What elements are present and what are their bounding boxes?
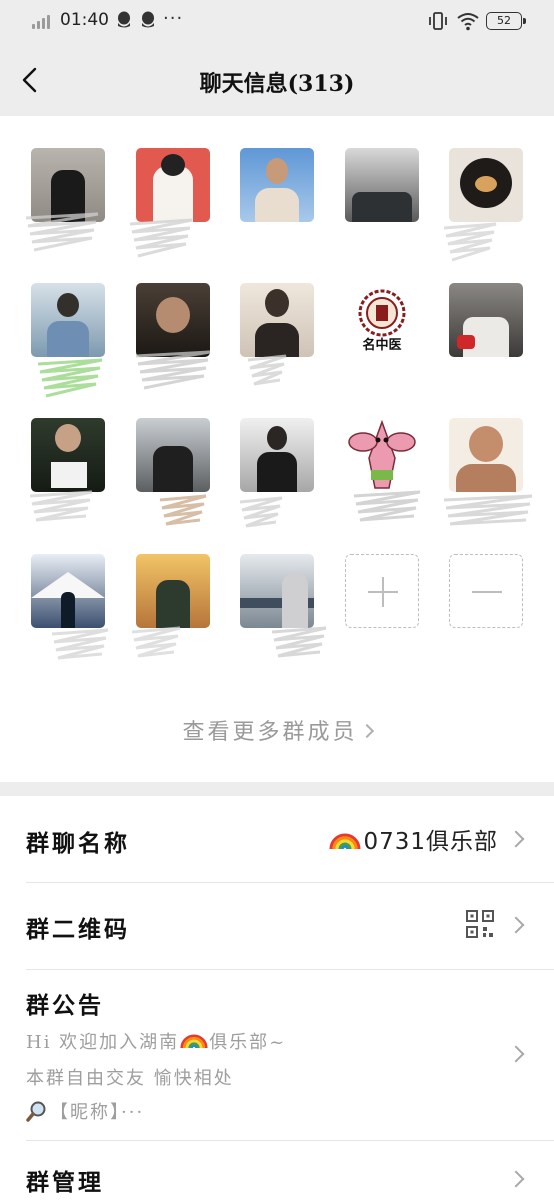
redaction-scribble [51,628,109,660]
nav-bar: 聊天信息(313) [0,44,554,116]
redaction-scribble [271,626,327,658]
notice-line-1-text-end: 俱乐部~ [209,1032,287,1053]
status-bar: 01:40 ··· 52 [0,0,554,44]
notice-line-2: 本群自由交友 愉快相处 [26,1068,234,1089]
page-title: 聊天信息(313) [199,71,355,97]
view-more-members-link[interactable]: 查看更多群成员 [0,714,554,746]
redaction-scribble [239,496,283,528]
notice-line-1: Hi 欢迎加入湖南 俱乐部~ [26,1028,286,1054]
chevron-right-icon [507,1045,525,1063]
add-member-button[interactable] [345,554,419,628]
redaction-scribble [353,490,421,522]
group-qr-label: 群二维码 [26,916,130,943]
redaction-scribble [129,218,193,258]
group-qr-row[interactable]: 群二维码 [0,883,554,969]
signal-icon [32,15,54,29]
qq-icon [118,11,130,28]
chevron-right-icon [507,830,525,848]
member-avatar[interactable]: 名中医 [345,283,419,357]
member-avatar[interactable] [345,148,419,222]
member-avatar[interactable] [449,283,523,357]
redaction-scribble [135,350,211,390]
status-time: 01:40 [60,10,109,30]
qq-icon [142,11,154,28]
chevron-right-icon [359,723,374,739]
vibrate-icon [429,12,447,30]
battery-icon: 52 [486,12,526,30]
chevron-right-icon [507,916,525,934]
redaction-scribble [29,490,93,522]
redaction-scribble [25,212,99,252]
remove-member-button[interactable] [449,554,523,628]
redaction-scribble [131,626,181,658]
group-name-label: 群聊名称 [26,830,130,857]
redaction-scribble [443,222,497,262]
redaction-scribble [443,494,533,526]
notice-line-1-text: Hi 欢迎加入湖南 [26,1032,180,1053]
view-more-label: 查看更多群成员 [182,720,358,745]
group-name-text: 0731俱乐部 [363,829,498,855]
qr-code-icon [466,910,494,938]
group-name-row[interactable]: 群聊名称 0731俱乐部 [0,796,554,882]
settings-list: 群聊名称 0731俱乐部 群二维码 群公告 Hi 欢迎加入湖南 俱乐部~ 本群自由… [0,796,554,1200]
group-manage-label: 群管理 [26,1169,104,1196]
member-avatar[interactable] [240,418,314,492]
group-manage-row[interactable]: 群管理 [0,1141,554,1200]
group-notice-label: 群公告 [26,992,104,1019]
notice-line-3: 【昵称】··· [26,1098,144,1124]
member-avatar[interactable] [31,554,105,628]
member-avatar[interactable] [240,283,314,357]
svg-text:名中医: 名中医 [362,337,401,353]
member-avatar[interactable] [345,418,419,492]
rainbow-icon [180,1034,208,1049]
rainbow-icon [329,833,361,850]
member-avatar[interactable] [136,283,210,357]
member-avatar[interactable] [136,148,210,222]
notice-line-3-text: 【昵称】··· [50,1102,145,1123]
member-avatar[interactable] [240,554,314,628]
group-name-value: 0731俱乐部 [329,822,498,856]
chevron-right-icon [507,1170,525,1188]
member-avatar[interactable] [136,418,210,492]
member-avatar[interactable] [449,418,523,492]
member-avatar[interactable] [240,148,314,222]
member-grid: 名中医 查看更多群成员 [0,116,554,782]
member-avatar[interactable] [31,418,105,492]
member-avatar[interactable] [449,148,523,222]
member-avatar[interactable] [31,283,105,357]
magnifier-icon [26,1101,46,1122]
redaction-scribble [159,494,207,526]
wifi-icon [457,13,479,31]
redaction-scribble [37,358,103,398]
redaction-scribble [247,354,287,386]
status-more: ··· [163,8,184,29]
member-avatar[interactable] [136,554,210,628]
group-notice-row[interactable]: 群公告 Hi 欢迎加入湖南 俱乐部~ 本群自由交友 愉快相处 【昵称】··· [0,970,554,1140]
